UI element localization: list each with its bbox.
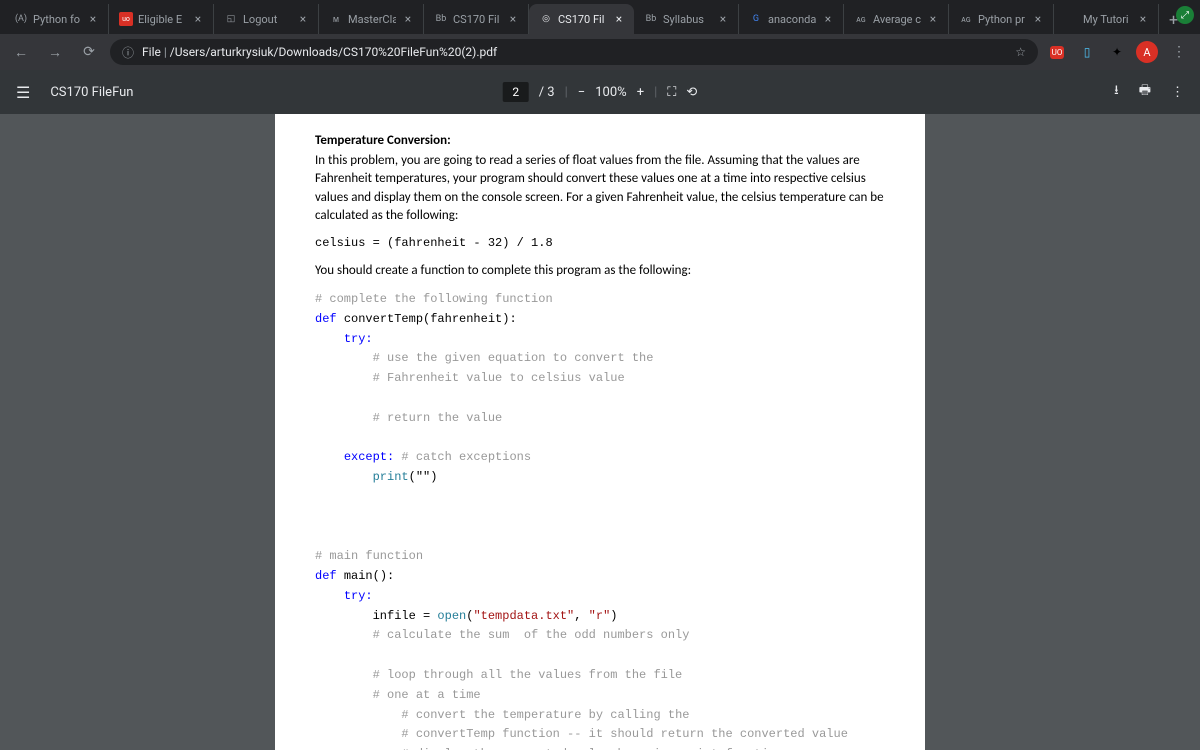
tab-10[interactable]: My Tutori × — [1054, 4, 1159, 34]
url-path: /Users/arturkrysiuk/Downloads/CS170%20Fi… — [170, 45, 497, 59]
paragraph-2: You should create a function to complete… — [315, 262, 885, 280]
close-icon[interactable]: × — [1136, 12, 1150, 26]
window-expand-icon[interactable]: ⤢ — [1176, 6, 1194, 24]
address-bar: ← → ⟳ ⓘ File | /Users/arturkrysiuk/Downl… — [0, 34, 1200, 70]
pdf-page: Temperature Conversion: In this problem,… — [275, 114, 925, 750]
back-button[interactable]: ← — [8, 39, 34, 65]
tab-7[interactable]: Ganaconda × — [739, 4, 844, 34]
formula-line: celsius = (fahrenheit - 32) / 1.8 — [315, 235, 885, 252]
tab-title: Python fo — [33, 13, 81, 26]
favicon: ◱ — [224, 12, 238, 26]
pdf-toolbar: ☰ CS170 FileFun 2 / 3 | − 100% + | ⛶ ⟲ ⭳… — [0, 70, 1200, 114]
zoom-out-button[interactable]: − — [578, 85, 585, 100]
zoom-in-button[interactable]: + — [637, 85, 644, 100]
browser-tab-strip: (A) Python fo × uo Eligible E × ◱ Logout × ᴍ Ma… — [0, 0, 1200, 34]
forward-button[interactable]: → — [42, 39, 68, 65]
close-icon[interactable]: × — [1031, 12, 1045, 26]
close-icon[interactable]: × — [716, 12, 730, 26]
close-icon[interactable]: × — [821, 12, 835, 26]
tab-5-active[interactable]: ◎ CS170 Fil × — [529, 4, 634, 34]
tab-6[interactable]: Bb Syllabus × — [634, 4, 739, 34]
reload-button[interactable]: ⟳ — [76, 39, 102, 65]
extension-icon-1[interactable]: UO — [1046, 41, 1068, 63]
favicon: (A) — [14, 12, 28, 26]
favicon: ◎ — [539, 12, 553, 26]
favicon: G — [749, 12, 763, 26]
tab-title: Python pr — [978, 13, 1026, 26]
close-icon[interactable]: × — [86, 12, 100, 26]
tab-8[interactable]: ᴀɢ Average c × — [844, 4, 949, 34]
pdf-document-title: CS170 FileFun — [50, 85, 133, 100]
extensions-puzzle-icon[interactable]: ✦ — [1106, 41, 1128, 63]
close-icon[interactable]: × — [296, 12, 310, 26]
tab-title: My Tutori — [1083, 13, 1131, 26]
bookmark-star-icon[interactable]: ☆ — [1015, 45, 1026, 59]
page-number-input[interactable]: 2 — [503, 82, 529, 102]
tab-title: Syllabus — [663, 13, 711, 26]
zoom-level: 100% — [595, 85, 626, 100]
close-icon[interactable]: × — [401, 12, 415, 26]
pdf-viewport[interactable]: Temperature Conversion: In this problem,… — [0, 114, 1200, 750]
tab-3[interactable]: ᴍ MasterCla × — [319, 4, 424, 34]
tab-title: Average c — [873, 13, 921, 26]
close-icon[interactable]: × — [926, 12, 940, 26]
page-total: / 3 — [539, 85, 555, 100]
close-icon[interactable]: × — [191, 12, 205, 26]
tab-title: Logout — [243, 13, 291, 26]
tab-9[interactable]: ᴀɢ Python pr × — [949, 4, 1054, 34]
close-icon[interactable]: × — [612, 12, 626, 26]
pdf-more-icon[interactable]: ⋮ — [1171, 85, 1184, 100]
section-heading: Temperature Conversion: — [315, 132, 885, 150]
favicon: Bb — [434, 12, 448, 26]
tab-4[interactable]: Bb CS170 Fil × — [424, 4, 529, 34]
tab-title: anaconda — [768, 13, 816, 26]
favicon: Bb — [644, 12, 658, 26]
code-block: # complete the following function def co… — [315, 290, 885, 750]
favicon — [1064, 12, 1078, 26]
url-input[interactable]: ⓘ File | /Users/arturkrysiuk/Downloads/C… — [110, 39, 1038, 65]
tab-2[interactable]: ◱ Logout × — [214, 4, 319, 34]
rotate-icon[interactable]: ⟲ — [686, 85, 697, 100]
tab-1[interactable]: uo Eligible E × — [109, 4, 214, 34]
url-scheme: File — [142, 45, 161, 59]
download-icon[interactable]: ⭳ — [1114, 81, 1119, 103]
browser-menu-icon[interactable]: ⋮ — [1166, 39, 1192, 65]
tab-title: MasterCla — [348, 13, 396, 26]
fit-page-icon[interactable]: ⛶ — [667, 85, 676, 100]
tab-title: Eligible E — [138, 13, 186, 26]
close-icon[interactable]: × — [506, 12, 520, 26]
extension-icon-2[interactable]: ▯ — [1076, 41, 1098, 63]
favicon: uo — [119, 12, 133, 26]
favicon: ᴀɢ — [959, 12, 973, 26]
tab-title: CS170 Fil — [558, 13, 607, 26]
print-icon[interactable]: 🖶 — [1139, 81, 1151, 103]
tab-0[interactable]: (A) Python fo × — [4, 4, 109, 34]
pdf-menu-icon[interactable]: ☰ — [16, 83, 30, 102]
tab-title: CS170 Fil — [453, 13, 501, 26]
info-icon[interactable]: ⓘ — [122, 44, 134, 61]
favicon: ᴀɢ — [854, 12, 868, 26]
paragraph-1: In this problem, you are going to read a… — [315, 152, 885, 225]
profile-avatar[interactable]: A — [1136, 41, 1158, 63]
favicon: ᴍ — [329, 12, 343, 26]
